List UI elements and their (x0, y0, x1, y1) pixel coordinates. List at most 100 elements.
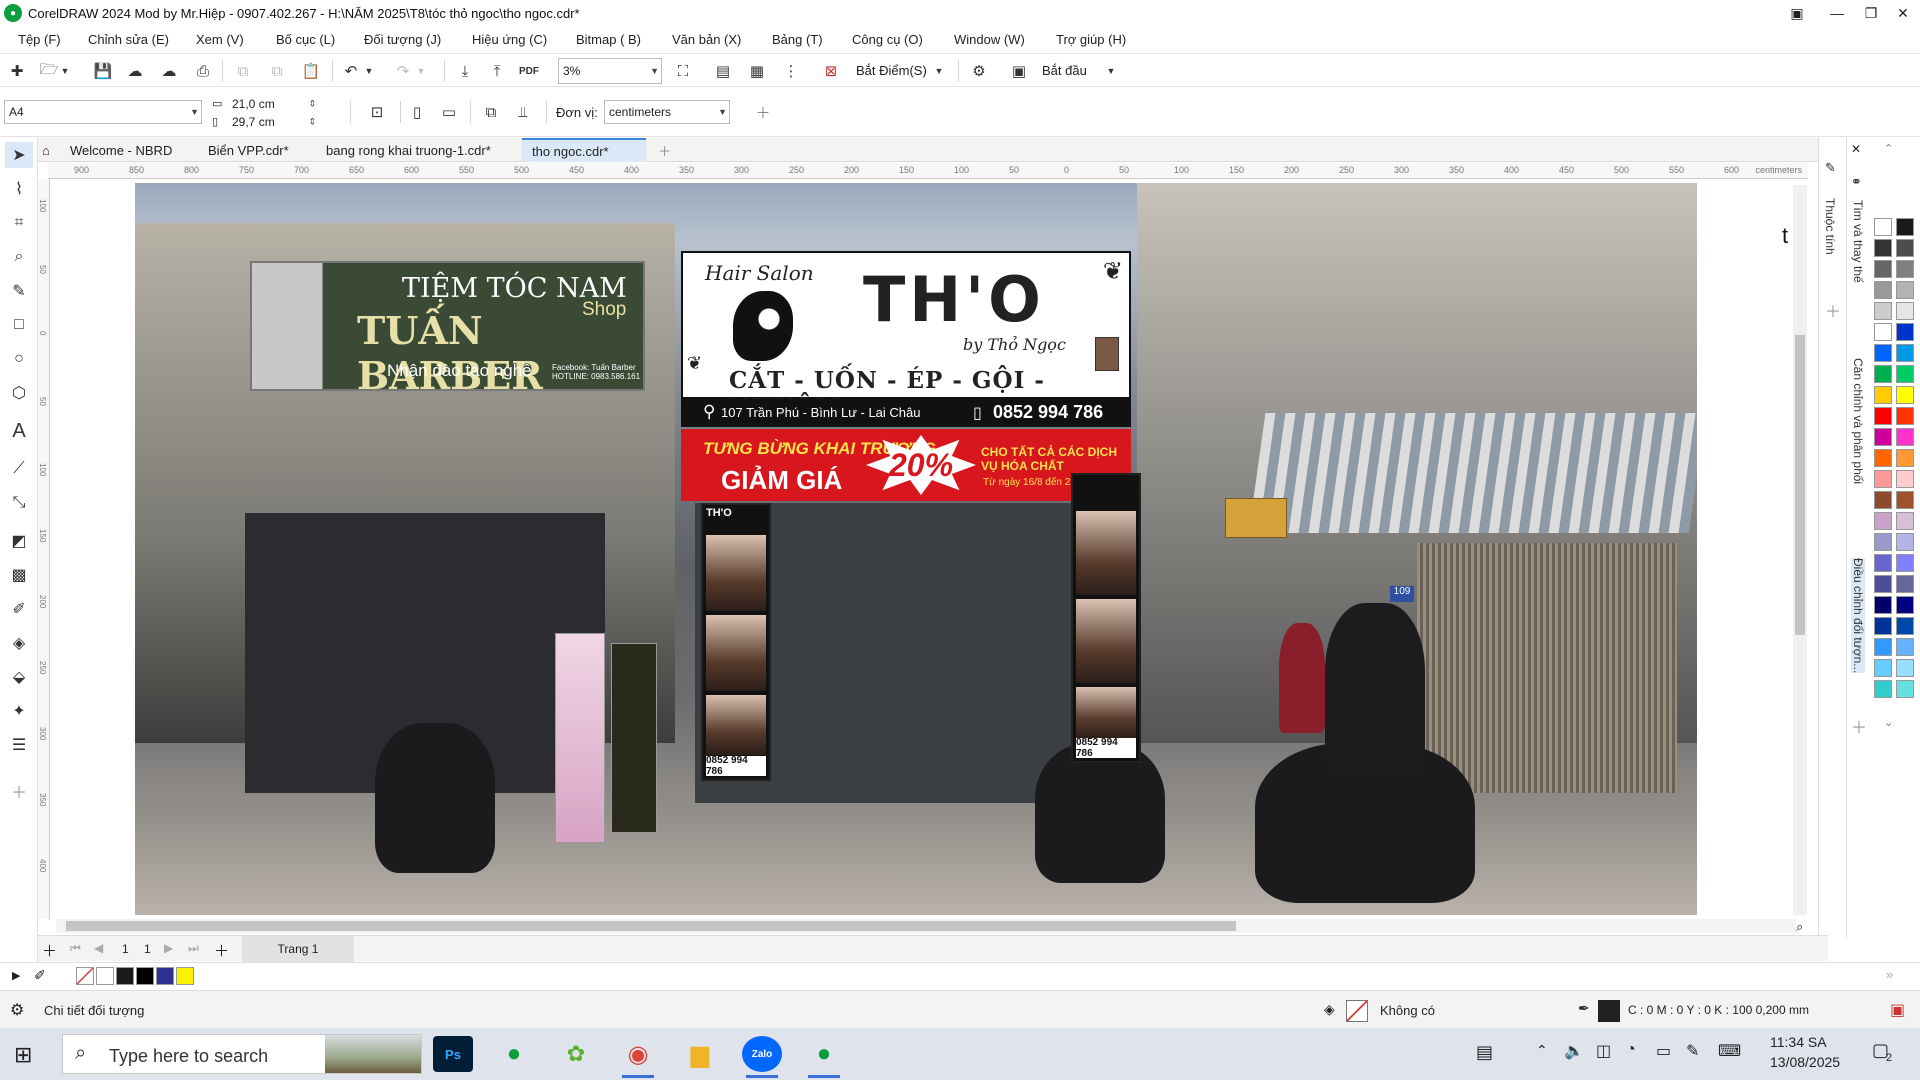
tuan-barber-sign[interactable]: TIỆM TÓC NAM TUẤN BARBER Shop Nhận đào t… (250, 261, 645, 398)
pick-tool-icon[interactable]: ➤ (5, 142, 33, 168)
storefront-photo[interactable]: 109 TIỆM TÓC NAM TUẤN BARBER Shop Nhận đ… (135, 183, 1697, 915)
palette-swatch[interactable] (1896, 617, 1914, 635)
cloud-upload-icon[interactable]: ☁ (122, 59, 148, 83)
page-height-field[interactable]: 29,7 cm ⇕ (228, 113, 318, 131)
current-page-icon[interactable]: ⫫ (510, 100, 536, 124)
menu-effects[interactable]: Hiệu ứng (C) (472, 32, 547, 47)
new-document-icon[interactable]: ✚ (4, 59, 30, 83)
drawing-canvas[interactable]: centimeters 900 850 800 750 700 650 600 550 500 4… (38, 163, 1828, 935)
clock-date[interactable]: 13/08/2025 (1770, 1054, 1840, 1070)
palette-swatch[interactable] (1874, 575, 1892, 593)
keyboard-icon[interactable]: ⌨ (1718, 1041, 1741, 1061)
palette-swatch[interactable] (1874, 428, 1892, 446)
palette-swatch[interactable] (1896, 596, 1914, 614)
minimize-button[interactable]: — (1820, 0, 1854, 26)
cut-icon[interactable]: ⧉ (230, 59, 256, 83)
pen-icon[interactable]: ✎ (1686, 1041, 1699, 1061)
document-palette-swatch[interactable] (176, 967, 194, 985)
close-docker-icon[interactable]: ✕ (1851, 142, 1861, 156)
palette-swatch[interactable] (1874, 302, 1892, 320)
horizontal-ruler[interactable]: centimeters 900 850 800 750 700 650 600 550 500 4… (48, 163, 1808, 179)
horizontal-scrollbar[interactable] (56, 919, 1796, 933)
new-tab-icon[interactable]: ＋ (648, 138, 681, 162)
first-page-icon[interactable]: ⏮ (70, 941, 81, 956)
palette-swatch[interactable] (1896, 344, 1914, 362)
palette-swatch[interactable] (1874, 596, 1892, 614)
palette-swatch[interactable] (1896, 491, 1914, 509)
align-tool-icon[interactable]: ☰ (5, 732, 33, 758)
document-palette-swatch[interactable] (116, 967, 134, 985)
vertical-scroll-thumb[interactable] (1795, 335, 1805, 635)
document-palette-swatch[interactable] (96, 967, 114, 985)
palette-swatch[interactable] (1874, 617, 1892, 635)
palette-swatch[interactable] (1896, 680, 1914, 698)
unit-combo[interactable]: centimeters ▼ (604, 100, 730, 124)
news-widget-icon[interactable]: ▤ (1476, 1042, 1493, 1063)
parallel-dimension-icon[interactable]: ⟋ (5, 456, 33, 482)
coreldraw-taskbar-icon[interactable]: ● (494, 1036, 534, 1072)
next-page-icon[interactable]: ▶ (164, 941, 173, 955)
add-page-after-icon[interactable]: ＋ (214, 940, 229, 961)
start-label[interactable]: Bắt đầu (1042, 63, 1087, 78)
document-palette-swatch[interactable] (136, 967, 154, 985)
menu-view[interactable]: Xem (V) (196, 32, 244, 47)
tho-ngoc-main-sign[interactable]: Hair Salon TH'O by Thỏ Ngọc ❦ ❦ CẮT - UỐ… (681, 251, 1131, 421)
palette-swatch[interactable] (1874, 659, 1892, 677)
palette-swatch[interactable] (1896, 428, 1914, 446)
palette-swatch[interactable] (1874, 680, 1892, 698)
file-explorer-icon[interactable]: ▆ (680, 1036, 720, 1072)
docker-tab-align[interactable]: Căn chỉnh và phân phối (1851, 358, 1865, 484)
transparency-icon[interactable]: ▩ (5, 562, 33, 588)
print-icon[interactable]: ⎙ (190, 59, 216, 83)
landscape-icon[interactable]: ▭ (436, 100, 462, 124)
options-gear-icon[interactable]: ⚙ (966, 59, 992, 83)
smear-tool-icon[interactable]: ✦ (5, 698, 33, 724)
previous-page-icon[interactable]: ◀ (94, 941, 103, 955)
save-icon[interactable]: 💾 (90, 59, 116, 83)
zoom-tool-icon[interactable]: ⌕ (5, 244, 33, 270)
fill-swatch[interactable] (1346, 1000, 1368, 1022)
home-icon[interactable]: ⌂ (38, 138, 60, 162)
palette-swatch[interactable] (1874, 323, 1892, 341)
menu-edit[interactable]: Chỉnh sửa (E) (88, 32, 169, 47)
export-pdf-icon[interactable]: PDF (516, 59, 542, 83)
zoom-level-combo[interactable]: 3% ▼ (558, 58, 662, 84)
palette-swatch[interactable] (1896, 449, 1914, 467)
drop-shadow-icon[interactable]: ◩ (5, 528, 33, 554)
docker-tab-find-replace[interactable]: Tìm và thay thế (1851, 200, 1865, 283)
palette-swatch[interactable] (1896, 365, 1914, 383)
palette-swatch[interactable] (1874, 491, 1892, 509)
palette-scroll-down-icon[interactable]: ⌄ (1884, 716, 1893, 729)
palette-scroll-up-icon[interactable]: ⌃ (1884, 142, 1893, 155)
palette-swatch[interactable] (1896, 407, 1914, 425)
docker-tab-adjust-object[interactable]: Điều chỉnh đối tượn... (1851, 558, 1865, 674)
page-width-field[interactable]: 21,0 cm ⇕ (228, 95, 318, 113)
add-icon[interactable]: ＋ (750, 100, 776, 124)
full-screen-icon[interactable]: ⛶ (670, 59, 696, 83)
cloud-sync-icon[interactable]: ☁ (156, 59, 182, 83)
palette-swatch[interactable] (1874, 470, 1892, 488)
palette-expand-icon[interactable]: ▶ (12, 969, 20, 982)
redo-icon[interactable]: ↷ (390, 59, 416, 83)
horizontal-scroll-thumb[interactable] (66, 921, 1236, 931)
volume-icon[interactable]: 🔈 (1564, 1041, 1584, 1061)
portrait-icon[interactable]: ▯ (404, 100, 430, 124)
polygon-tool-icon[interactable]: ⬡ (5, 380, 33, 406)
palette-swatch[interactable] (1896, 638, 1914, 656)
grand-opening-banner[interactable]: TƯNG BỪNG KHAI TRƯƠNG GIẢM GIÁ 20% CHO T… (681, 429, 1131, 501)
no-color-swatch[interactable] (76, 967, 94, 985)
palette-swatch[interactable] (1874, 260, 1892, 278)
wifi-icon[interactable]: ◔ (1626, 1041, 1636, 1059)
menu-tools[interactable]: Công cụ (O) (852, 32, 923, 47)
maximize-button[interactable]: ❐ (1854, 0, 1888, 26)
palette-swatch[interactable] (1896, 512, 1914, 530)
eyedropper-icon[interactable]: ✐ (5, 596, 33, 622)
palette-swatch[interactable] (1896, 533, 1914, 551)
start-dropdown-icon[interactable]: ▼ (1104, 59, 1118, 83)
freehand-tool-icon[interactable]: ✎ (5, 278, 33, 304)
show-hidden-icons[interactable]: ⌃ (1536, 1042, 1548, 1059)
connector-tool-icon[interactable]: ⤡ (5, 490, 33, 516)
paste-icon[interactable]: 📋 (298, 59, 324, 83)
open-dropdown-icon[interactable]: ▼ (58, 59, 72, 83)
snap-off-icon[interactable]: ⊠ (818, 59, 844, 83)
